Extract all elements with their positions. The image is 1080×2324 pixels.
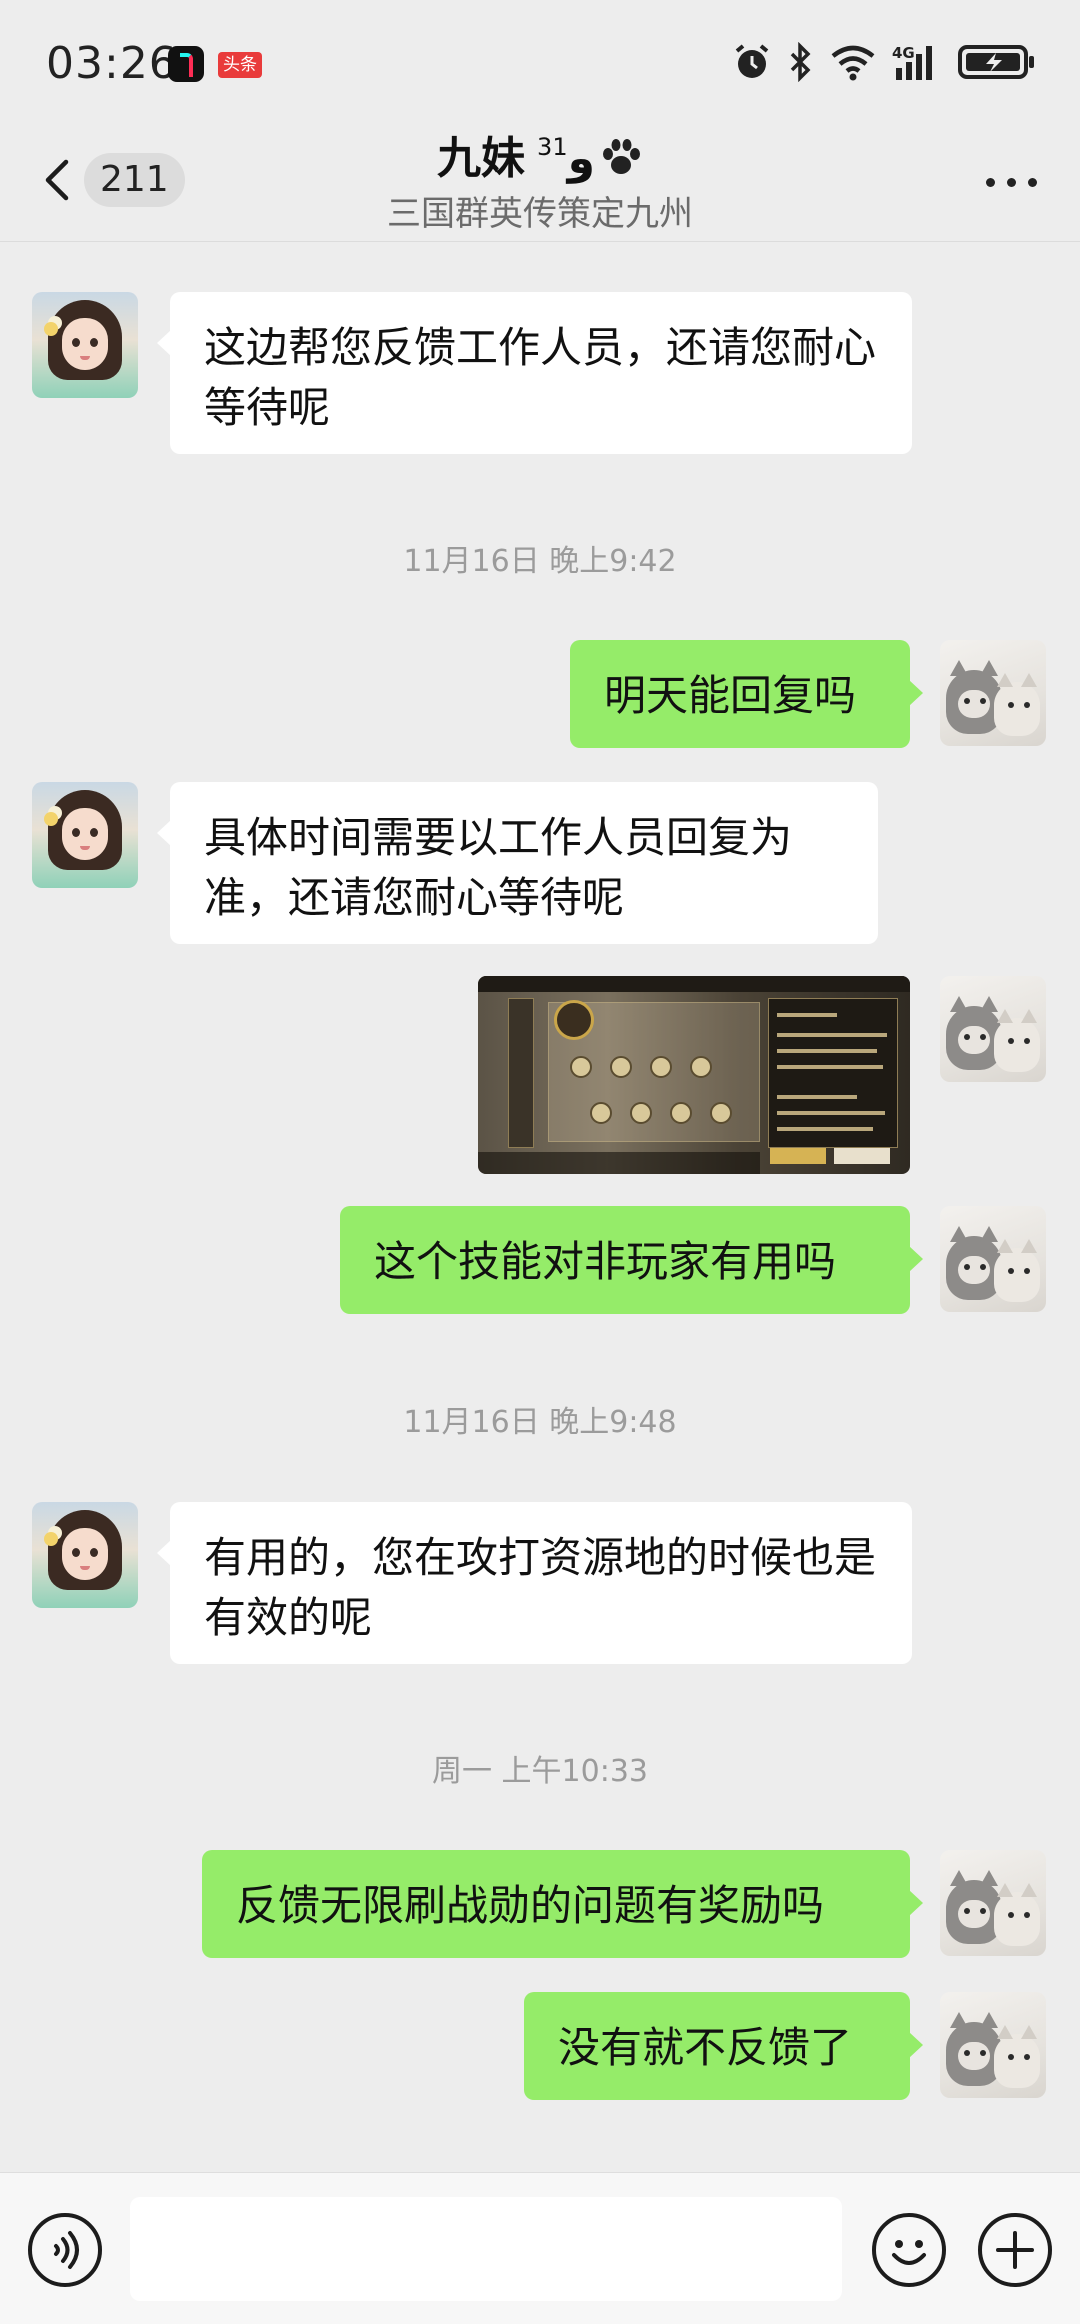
name-superscript: 31 [537, 133, 568, 161]
status-time: 03:26 [46, 38, 178, 89]
contact-avatar[interactable] [32, 1502, 138, 1608]
status-bar: 03:26 头条 4G [0, 0, 1080, 120]
dot-icon [1007, 178, 1016, 187]
message-timestamp: 11月16日 晚上9:48 [403, 1405, 677, 1440]
message-timestamp: 11月16日 晚上9:42 [403, 544, 677, 579]
message-bubble-outgoing[interactable]: 反馈无限刷战勋的问题有奖励吗 [202, 1850, 923, 1958]
more-options-button[interactable] [982, 156, 1042, 206]
status-icons: 4G [732, 40, 1038, 84]
toutiao-badge: 头条 [218, 52, 262, 78]
contact-avatar[interactable] [32, 782, 138, 888]
more-functions-button[interactable] [978, 2213, 1052, 2287]
message-timestamp: 周一 上午10:33 [432, 1754, 648, 1789]
emoji-icon [892, 2240, 926, 2265]
chat-subtitle: 三国群英传策定九州 [387, 194, 693, 234]
message-bubble-incoming[interactable]: 具体时间需要以工作人员回复为准，还请您耐心等待呢 [157, 782, 878, 944]
message-bubble-incoming[interactable]: 有用的，您在攻打资源地的时候也是有效的呢 [157, 1502, 912, 1664]
bluetooth-icon [790, 42, 811, 82]
my-avatar[interactable] [940, 1206, 1046, 1312]
my-avatar[interactable] [940, 1850, 1046, 1956]
dot-icon [1028, 178, 1037, 187]
image-message-game-screenshot[interactable] [478, 976, 910, 1174]
tiktok-icon [168, 46, 204, 82]
emoji-button[interactable] [872, 2213, 946, 2287]
chat-header: 211 九妹 31ﻭ 三国群英传策定九州 [0, 120, 1080, 242]
contact-avatar[interactable] [32, 292, 138, 398]
my-avatar[interactable] [940, 976, 1046, 1082]
message-bubble-outgoing[interactable]: 这个技能对非玩家有用吗 [340, 1206, 923, 1314]
dot-icon [986, 178, 995, 187]
message-bubble-outgoing[interactable]: 明天能回复吗 [570, 640, 923, 748]
contact-name-text: 九妹 [437, 133, 526, 184]
my-avatar[interactable] [940, 640, 1046, 746]
my-avatar[interactable] [940, 1992, 1046, 2098]
battery-charging-icon [958, 45, 1034, 79]
network-type: 4G [892, 44, 915, 62]
chat-screen: 03:26 头条 4G 211 九妹 31ﻭ 三国群英传策定九州 这边帮您反馈工… [0, 0, 1080, 2324]
message-bubble-outgoing[interactable]: 没有就不反馈了 [524, 1992, 923, 2100]
name-suffix: ﻭ [567, 133, 595, 184]
chat-input-bar [0, 2172, 1080, 2324]
message-input[interactable] [130, 2197, 842, 2301]
alarm-icon [735, 44, 769, 78]
paw-icon [602, 139, 640, 174]
voice-icon [54, 2231, 79, 2269]
voice-input-button[interactable] [28, 2213, 102, 2287]
message-bubble-incoming[interactable]: 这边帮您反馈工作人员，还请您耐心等待呢 [157, 292, 912, 454]
plus-icon [996, 2231, 1034, 2269]
signal-icon: 4G [892, 44, 932, 80]
contact-name[interactable]: 九妹 31ﻭ [0, 122, 1080, 186]
wifi-icon [831, 45, 875, 81]
